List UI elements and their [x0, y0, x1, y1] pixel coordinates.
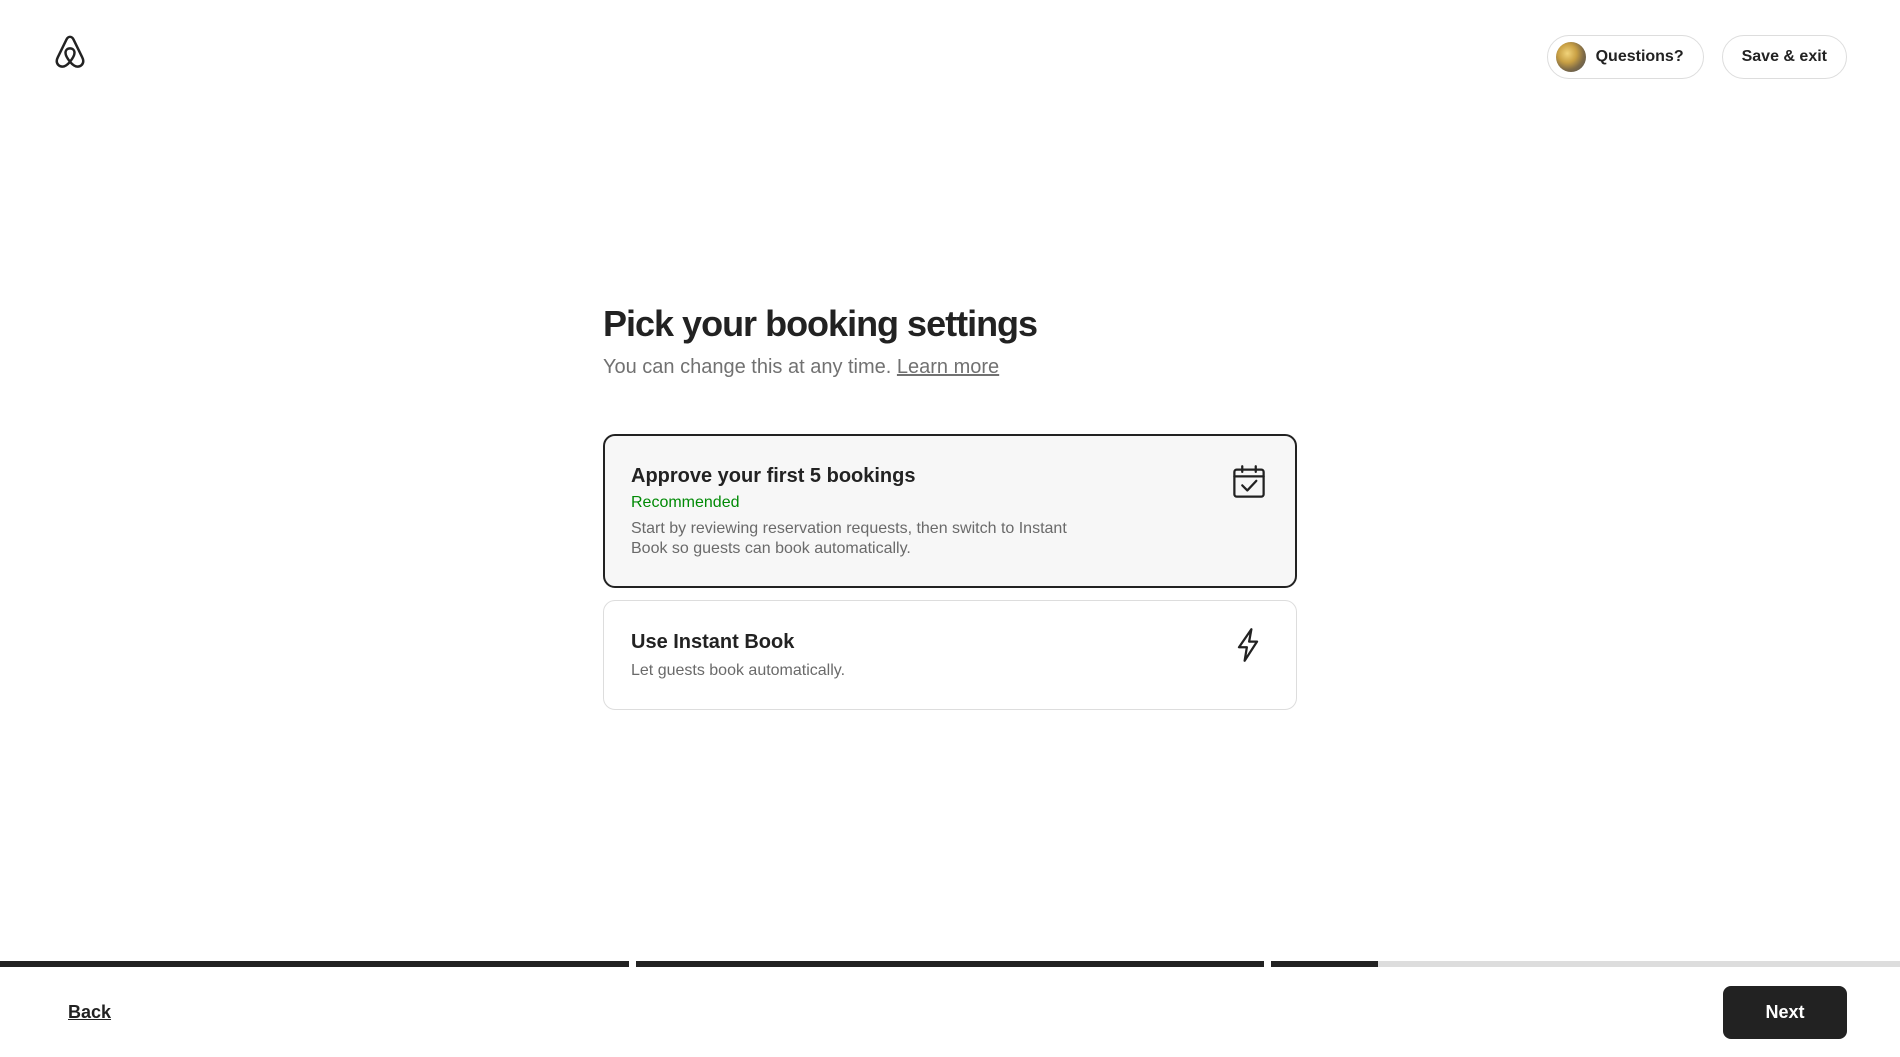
progress-bar	[0, 961, 1900, 967]
airbnb-logo-icon[interactable]	[52, 34, 88, 70]
back-button[interactable]: Back	[52, 988, 127, 1036]
option-title: Use Instant Book	[631, 631, 795, 653]
page-subtitle: You can change this at any time. Learn m…	[603, 354, 1297, 380]
booking-settings-page: Questions? Save & exit Pick your booking…	[0, 0, 1900, 1057]
save-exit-button[interactable]: Save & exit	[1721, 35, 1847, 79]
progress-segment	[1271, 961, 1900, 967]
subtitle-text: You can change this at any time.	[603, 356, 892, 378]
main-content: Pick your booking settings You can chang…	[603, 302, 1297, 710]
booking-options: Approve your first 5 bookings Recommende…	[603, 434, 1297, 710]
questions-label: Questions?	[1595, 48, 1684, 65]
lightning-bolt-icon	[1237, 628, 1259, 662]
calendar-check-icon	[1233, 465, 1265, 498]
progress-segment	[0, 961, 629, 967]
recommended-badge: Recommended	[631, 494, 740, 511]
option-instant-book[interactable]: Use Instant Book Let guests book automat…	[603, 600, 1297, 710]
progress-segment	[635, 961, 1265, 967]
header-actions: Questions? Save & exit	[1546, 35, 1847, 79]
questions-button[interactable]: Questions?	[1546, 35, 1704, 79]
option-description: Let guests book automatically.	[631, 662, 846, 679]
option-approve-first-bookings[interactable]: Approve your first 5 bookings Recommende…	[603, 434, 1297, 588]
avatar	[1555, 42, 1586, 72]
learn-more-link[interactable]: Learn more	[897, 356, 999, 378]
next-button[interactable]: Next	[1723, 986, 1847, 1039]
option-description: Start by reviewing reservation requests,…	[631, 520, 1067, 557]
page-title: Pick your booking settings	[603, 303, 1038, 344]
option-title: Approve your first 5 bookings	[631, 465, 916, 487]
